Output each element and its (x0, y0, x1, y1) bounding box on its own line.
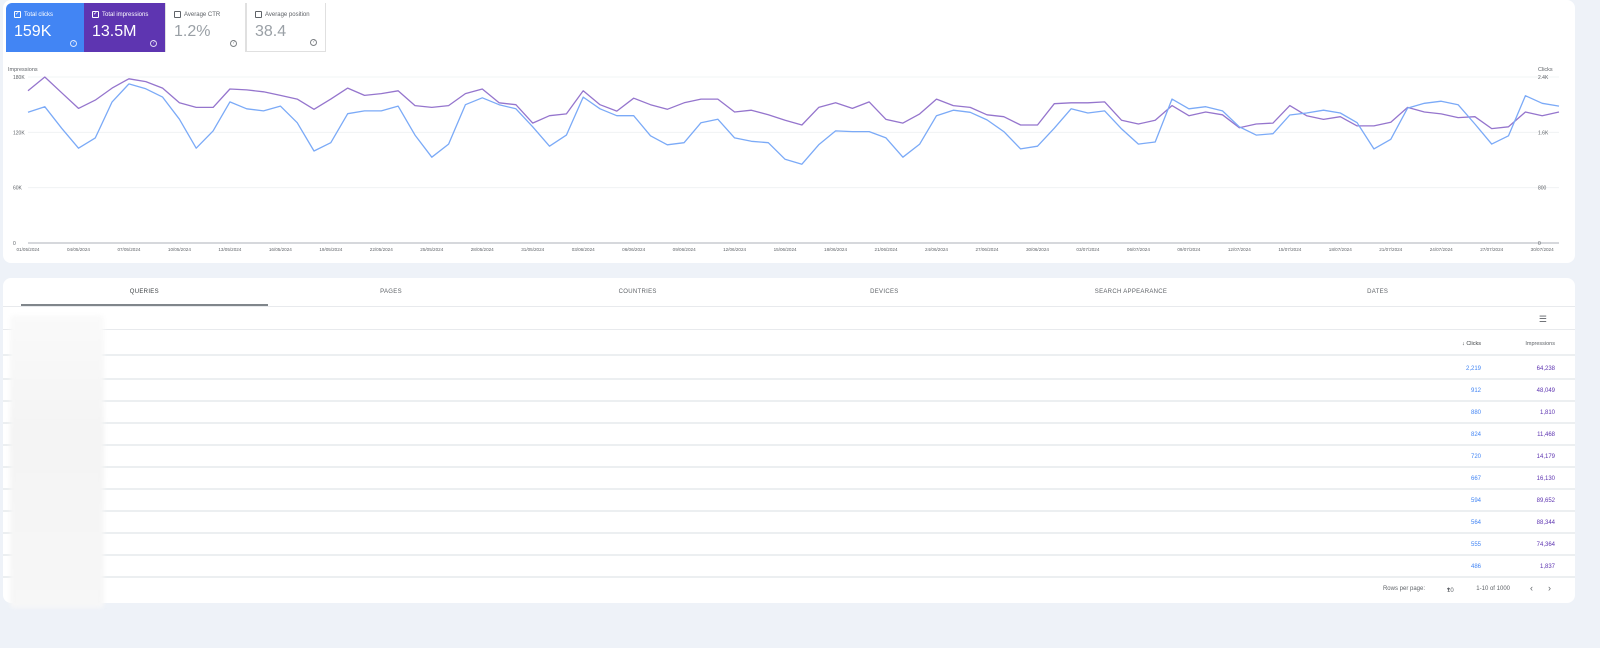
table-row[interactable]: 720 14,179 (3, 446, 1575, 468)
x-tick-label: 27/06/2024 (975, 247, 998, 252)
filter-icon[interactable]: ☰ (1539, 314, 1547, 325)
rows-per-page-label: Rows per page: (1382, 586, 1425, 592)
dimension-tabs: QUERIES PAGES COUNTRIES DEVICES SEARCH A… (21, 278, 1501, 306)
page-range: 1-10 of 1000 (1476, 586, 1510, 592)
x-tick-label: 04/05/2024 (67, 247, 90, 252)
table-row[interactable]: 2,219 64,238 (3, 358, 1575, 380)
x-tick-label: 18/07/2024 (1329, 247, 1352, 252)
filter-row: ☰ (3, 306, 1575, 330)
table-card: QUERIES PAGES COUNTRIES DEVICES SEARCH A… (3, 278, 1575, 608)
clicks-series-line (27, 83, 1560, 165)
previous-page-icon[interactable]: ‹ (1530, 583, 1533, 593)
left-tick-label: 60K (13, 186, 23, 192)
x-tick-label: 13/05/2024 (218, 247, 241, 252)
x-tick-label: 21/06/2024 (875, 247, 898, 252)
line-chart: Impressions Clicks 0 060K 800120K 1.6K180K 2… (8, 67, 1560, 252)
tab-dates[interactable]: DATES (1254, 278, 1501, 306)
impressions-cell: 11,468 (1537, 432, 1555, 438)
performance-chart-card: ✓ Total clicks 159K ? ✓ Total impressions … (3, 0, 1575, 263)
x-tick-label: 03/07/2024 (1076, 247, 1099, 252)
table-row[interactable]: 564 88,344 (3, 512, 1575, 534)
impressions-cell: 74,364 (1536, 542, 1555, 548)
x-tick-label: 09/07/2024 (1177, 247, 1200, 252)
clicks-cell: 555 (1470, 542, 1481, 548)
clicks-cell: 880 (1470, 410, 1481, 416)
x-tick-label: 22/05/2024 (370, 247, 393, 252)
impressions-cell: 16,130 (1536, 476, 1555, 482)
x-tick-label: 21/07/2024 (1379, 247, 1402, 252)
impressions-cell: 1,837 (1539, 564, 1555, 570)
tab-countries[interactable]: COUNTRIES (514, 278, 761, 306)
x-tick-label: 28/05/2024 (471, 247, 494, 252)
table-row[interactable]: 912 48,049 (3, 380, 1575, 402)
table-header: ↓ Clicks Impressions (3, 331, 1575, 356)
tab-search-appearance[interactable]: SEARCH APPEARANCE (1008, 278, 1255, 306)
x-tick-label: 30/06/2024 (1026, 247, 1049, 252)
clicks-cell: 667 (1470, 476, 1481, 482)
clicks-cell: 594 (1470, 498, 1481, 504)
clicks-cell: 564 (1470, 520, 1481, 526)
redacted-queries (10, 315, 104, 608)
impressions-cell: 64,238 (1536, 366, 1555, 372)
clicks-cell: 824 (1470, 432, 1481, 438)
right-tick-label: 1.6K (1538, 130, 1549, 136)
x-tick-label: 15/07/2024 (1278, 247, 1301, 252)
rows-per-page-value: 10 (1446, 588, 1454, 594)
x-tick-label: 03/06/2024 (572, 247, 595, 252)
x-tick-label: 24/07/2024 (1430, 247, 1453, 252)
x-tick-label: 25/05/2024 (420, 247, 443, 252)
clicks-cell: 2,219 (1465, 366, 1481, 372)
rows-per-page-select[interactable]: 10 ▾ (1447, 586, 1454, 594)
tab-devices[interactable]: DEVICES (761, 278, 1008, 306)
next-page-icon[interactable]: › (1548, 583, 1551, 593)
impressions-column-header[interactable]: Impressions (1525, 341, 1555, 347)
table-row[interactable]: 880 1,810 (3, 402, 1575, 424)
clicks-header-label: Clicks (1466, 341, 1481, 347)
x-tick-label: 06/07/2024 (1127, 247, 1150, 252)
impressions-cell: 89,652 (1536, 498, 1555, 504)
impressions-series-line (27, 76, 1560, 130)
x-tick-label: 16/05/2024 (269, 247, 292, 252)
x-tick-label: 01/05/2024 (17, 247, 40, 252)
x-tick-label: 09/06/2024 (673, 247, 696, 252)
table-row[interactable]: 486 1,837 (3, 556, 1575, 578)
right-tick-label: 800 (1538, 186, 1547, 192)
impressions-cell: 14,179 (1536, 454, 1555, 460)
impressions-cell: 1,810 (1539, 410, 1555, 416)
clicks-cell: 486 (1470, 564, 1481, 570)
x-tick-label: 15/06/2024 (774, 247, 797, 252)
impressions-cell: 88,344 (1536, 520, 1555, 526)
x-tick-label: 24/06/2024 (925, 247, 948, 252)
table-row[interactable]: 667 16,130 (3, 468, 1575, 490)
x-tick-label: 19/05/2024 (319, 247, 342, 252)
x-tick-label: 12/07/2024 (1228, 247, 1251, 252)
pagination: Rows per page: 10 ▾ 1-10 of 1000 ‹ › (3, 583, 1575, 600)
clicks-cell: 720 (1470, 454, 1481, 460)
right-axis-label: Clicks (1538, 67, 1553, 73)
left-tick-label: 120K (13, 130, 25, 136)
x-tick-label: 12/06/2024 (723, 247, 746, 252)
x-tick-label: 18/06/2024 (824, 247, 847, 252)
x-tick-label: 07/05/2024 (117, 247, 140, 252)
impressions-cell: 48,049 (1536, 388, 1555, 394)
clicks-cell: 912 (1470, 388, 1481, 394)
right-tick-label: 2.4K (1538, 75, 1549, 81)
x-tick-label: 31/05/2024 (521, 247, 544, 252)
tab-queries[interactable]: QUERIES (21, 278, 268, 306)
x-tick-label: 06/06/2024 (622, 247, 645, 252)
clicks-column-header[interactable]: ↓ Clicks (1462, 341, 1481, 347)
tab-pages[interactable]: PAGES (268, 278, 515, 306)
x-tick-label: 30/07/2024 (1531, 247, 1554, 252)
left-axis-label: Impressions (8, 67, 38, 73)
x-tick-label: 27/07/2024 (1480, 247, 1503, 252)
x-tick-label: 10/05/2024 (168, 247, 191, 252)
table-row[interactable]: 555 74,364 (3, 534, 1575, 556)
left-tick-label: 180K (13, 75, 25, 81)
table-row[interactable]: 594 89,652 (3, 490, 1575, 512)
table-row[interactable]: 824 11,468 (3, 424, 1575, 446)
